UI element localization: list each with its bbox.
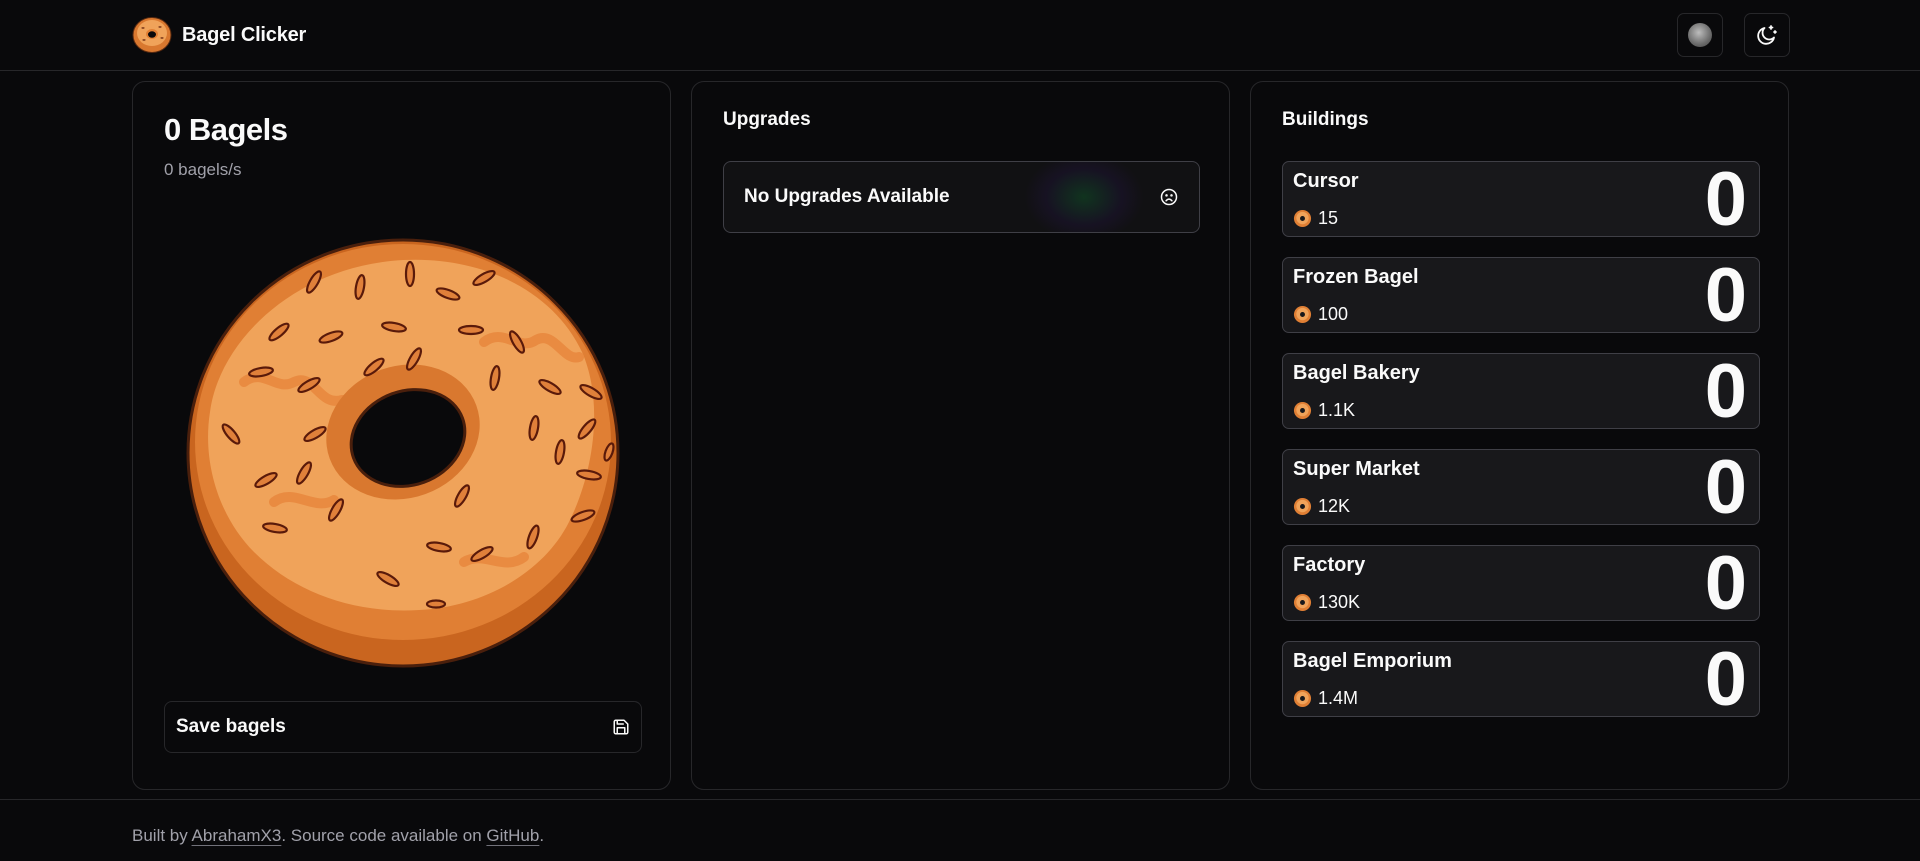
building-cost-value: 130K — [1318, 592, 1361, 612]
clicker-panel: 0 Bagels 0 bagels/s Save bagels — [132, 81, 671, 790]
building-bagel-bakery[interactable]: Bagel Bakery 1.1K 0 — [1282, 350, 1760, 434]
building-cost: 100 — [1293, 304, 1348, 325]
upgrades-panel: Upgrades No Upgrades Available — [691, 81, 1230, 790]
bagel-coin-icon — [1293, 305, 1312, 324]
building-owned-count: 0 — [1704, 541, 1747, 626]
building-name: Factory — [1293, 554, 1366, 576]
building-cost: 130K — [1293, 592, 1360, 613]
github-avatar-button[interactable] — [1677, 13, 1723, 57]
footer-middle: . Source code available on — [281, 826, 487, 845]
bagel-coin-icon — [1293, 689, 1312, 708]
bagel-icon — [132, 17, 172, 53]
brand[interactable]: Bagel Clicker — [132, 16, 306, 54]
app-header: Bagel Clicker — [0, 0, 1920, 71]
upgrades-heading: Upgrades — [723, 109, 811, 130]
building-cost-value: 1.1K — [1318, 400, 1356, 420]
building-cost-value: 100 — [1318, 304, 1349, 324]
theme-toggle-button[interactable] — [1744, 13, 1790, 57]
bagel-coin-icon — [1293, 401, 1312, 420]
author-link[interactable]: AbrahamX3 — [192, 826, 282, 845]
big-bagel-button[interactable] — [184, 232, 622, 670]
building-cost: 15 — [1293, 208, 1338, 229]
building-name: Frozen Bagel — [1293, 266, 1419, 288]
app-title: Bagel Clicker — [182, 23, 307, 46]
github-link[interactable]: GitHub — [486, 826, 539, 845]
bagel-coin-icon — [1293, 209, 1312, 228]
bagel-coin-icon — [1293, 593, 1312, 612]
save-bagels-button[interactable]: Save bagels — [164, 701, 642, 753]
sad-face-icon — [1160, 188, 1178, 206]
building-cost: 1.4M — [1293, 688, 1358, 709]
building-owned-count: 0 — [1704, 349, 1747, 434]
floppy-disk-icon — [613, 719, 629, 735]
buildings-panel: Buildings Cursor 15 0 Frozen Bagel 100 0… — [1250, 81, 1789, 790]
buildings-heading: Buildings — [1282, 109, 1369, 130]
building-name: Bagel Emporium — [1293, 650, 1452, 672]
footer-divider — [0, 799, 1920, 800]
bagel-count: 0 Bagels — [164, 112, 288, 147]
moon-stars-icon — [1757, 25, 1777, 45]
building-cost: 1.1K — [1293, 400, 1355, 421]
building-super-market[interactable]: Super Market 12K 0 — [1282, 446, 1760, 530]
no-upgrades-card: No Upgrades Available — [723, 161, 1200, 233]
bagel-coin-icon — [1293, 497, 1312, 516]
building-owned-count: 0 — [1704, 253, 1747, 338]
no-upgrades-label: No Upgrades Available — [744, 186, 950, 207]
bagels-per-second: 0 bagels/s — [164, 160, 242, 179]
building-owned-count: 0 — [1704, 445, 1747, 530]
footer-suffix: . — [539, 826, 545, 845]
footer-prefix: Built by — [132, 826, 192, 845]
building-frozen-bagel[interactable]: Frozen Bagel 100 0 — [1282, 254, 1760, 338]
building-name: Bagel Bakery — [1293, 362, 1420, 384]
building-owned-count: 0 — [1704, 637, 1747, 722]
github-avatar-icon — [1688, 23, 1712, 47]
building-cost-value: 1.4M — [1318, 688, 1359, 708]
building-factory[interactable]: Factory 130K 0 — [1282, 542, 1760, 626]
footer: Built by AbrahamX3. Source code availabl… — [132, 826, 544, 846]
building-owned-count: 0 — [1704, 157, 1747, 242]
card-glow — [1024, 162, 1144, 232]
save-bagels-label: Save bagels — [176, 716, 286, 737]
building-cost-value: 15 — [1318, 208, 1339, 228]
building-cursor[interactable]: Cursor 15 0 — [1282, 158, 1760, 242]
building-cost-value: 12K — [1318, 496, 1351, 516]
building-name: Cursor — [1293, 170, 1359, 192]
building-cost: 12K — [1293, 496, 1350, 517]
building-bagel-emporium[interactable]: Bagel Emporium 1.4M 0 — [1282, 638, 1760, 722]
building-name: Super Market — [1293, 458, 1420, 480]
